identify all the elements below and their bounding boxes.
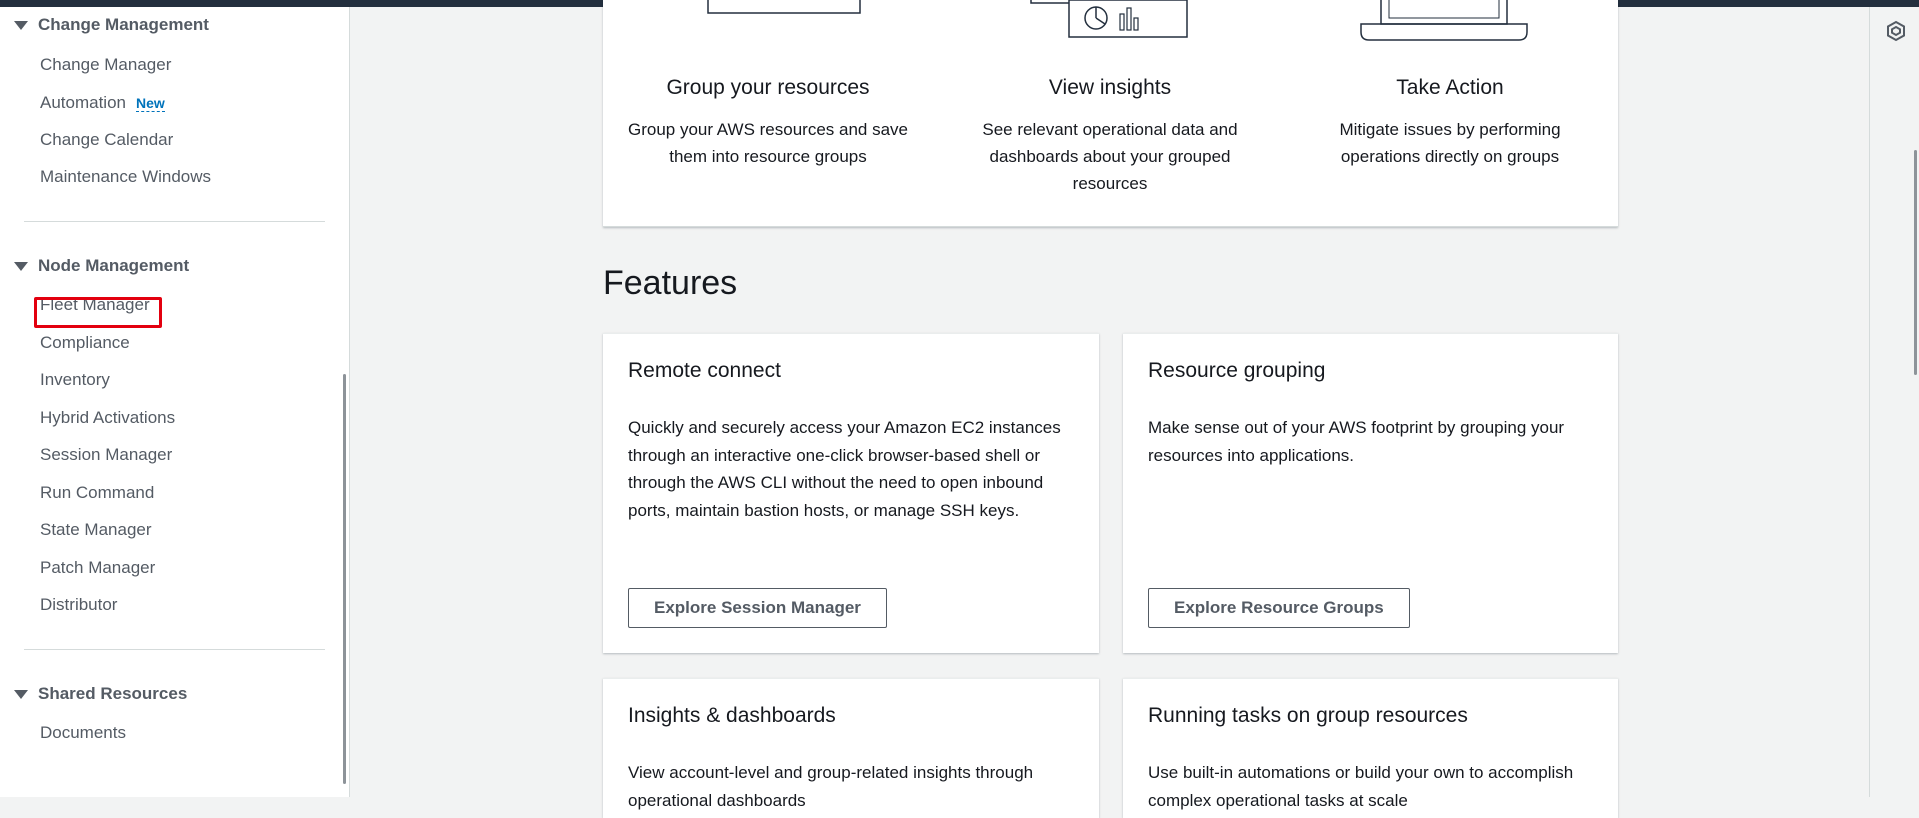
feature-card-description: Make sense out of your AWS footprint by … [1148,418,1565,465]
feature-card-description: Use built-in automations or build your o… [1148,763,1574,810]
feature-card-description: Quickly and securely access your Amazon … [628,418,1061,520]
step-description: Group your AWS resources and save them i… [627,120,908,166]
sidebar-item-session-manager[interactable]: Session Manager [40,444,172,466]
settings-hexagon-icon[interactable] [1885,20,1907,42]
sidebar-section-node-management[interactable]: Node Management [14,256,189,276]
caret-down-icon [14,20,28,30]
step-description: See relevant operational data and dashbo… [982,120,1238,193]
new-badge: New [136,95,165,112]
feature-card-title: Remote connect [628,359,781,382]
sidebar-scrollbar[interactable] [343,374,346,784]
sidebar-item-run-command[interactable]: Run Command [40,482,154,504]
feature-card-running-tasks: Running tasks on group resources Use bui… [1123,678,1618,818]
sidebar-divider [24,221,325,222]
sidebar-item-automation[interactable]: Automation New [40,92,165,114]
highlight-box [34,297,162,328]
sidebar-item-patch-manager[interactable]: Patch Manager [40,557,155,579]
sidebar-item-change-manager[interactable]: Change Manager [40,54,171,76]
sidebar-item-documents[interactable]: Documents [40,722,126,744]
sidebar-section-change-management[interactable]: Change Management [14,15,209,35]
caret-down-icon [14,689,28,699]
caret-down-icon [14,261,28,271]
step-title: Group your resources [666,76,870,99]
features-heading: Features [603,264,738,302]
section-header-label: Node Management [38,256,190,275]
sidebar-item-compliance[interactable]: Compliance [40,332,130,354]
section-header-label: Shared Resources [38,684,188,703]
sidebar-item-change-calendar[interactable]: Change Calendar [40,129,173,151]
page-scrollbar[interactable] [1914,150,1917,375]
sidebar-item-distributor[interactable]: Distributor [40,594,117,616]
sidebar-divider [24,649,325,650]
step-title: Take Action [1396,76,1504,99]
step-title: View insights [1048,76,1172,99]
laptop-illustration [1360,0,1528,41]
feature-card-title: Running tasks on group resources [1148,704,1468,727]
right-panel-divider [1869,7,1870,797]
feature-card-remote-connect: Remote connect Quickly and securely acce… [603,333,1099,653]
explore-session-manager-button[interactable]: Explore Session Manager [628,588,887,628]
sidebar-item-state-manager[interactable]: State Manager [40,519,152,541]
sidebar-item-maintenance-windows[interactable]: Maintenance Windows [40,166,211,188]
section-header-label: Change Management [38,15,209,34]
sidebar-item-inventory[interactable]: Inventory [40,369,110,391]
resource-group-illustration [707,0,861,14]
how-it-works-card: Group your resources Group your AWS reso… [603,0,1618,227]
sidebar-item-hybrid-activations[interactable]: Hybrid Activations [40,407,175,429]
feature-card-title: Resource grouping [1148,359,1326,382]
insights-illustration [1030,0,1188,38]
explore-resource-groups-button[interactable]: Explore Resource Groups [1148,588,1410,628]
feature-card-description: View account-level and group-related ins… [628,763,1034,810]
sidebar-section-shared-resources[interactable]: Shared Resources [14,684,187,704]
step-description: Mitigate issues by performing operations… [1339,120,1561,166]
feature-card-title: Insights & dashboards [628,704,836,727]
feature-card-resource-grouping: Resource grouping Make sense out of your… [1123,333,1618,653]
sidebar-item-label: Automation [40,93,126,112]
feature-card-insights-dashboards: Insights & dashboards View account-level… [603,678,1099,818]
sidebar: Change Management Change Manager Automat… [0,7,350,797]
